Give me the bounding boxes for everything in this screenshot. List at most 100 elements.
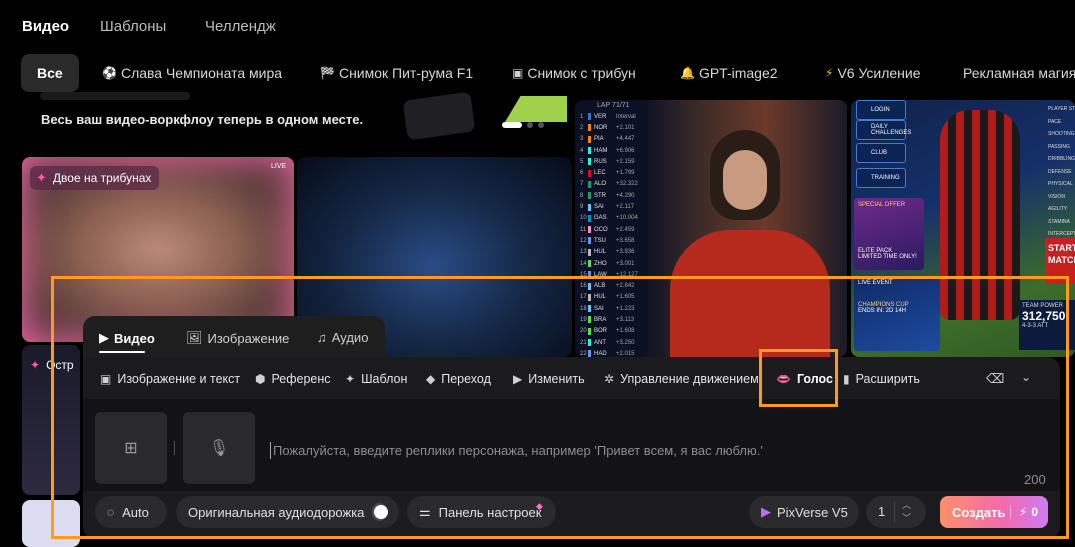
video-icon: ▶ <box>99 330 109 345</box>
position: 9 <box>580 204 584 211</box>
settings-panel-button[interactable]: ⚌ Панель настроек <box>407 496 556 528</box>
auto-button[interactable]: ◌ Auto <box>95 496 167 528</box>
chevron-down-icon[interactable]: ﹀ <box>902 511 911 524</box>
team-color <box>588 147 591 155</box>
auto-voice-icon: ◌ <box>107 505 115 519</box>
sliders-icon: ⚌ <box>419 504 431 519</box>
tool-reference[interactable]: ⬢ Референс <box>255 372 331 386</box>
original-audio-toggle[interactable]: Оригинальная аудиодорожка <box>176 496 399 528</box>
driver-code: OCO <box>594 226 608 233</box>
chevron-up-icon[interactable]: ︿ <box>902 498 911 511</box>
carousel-dot[interactable] <box>527 122 533 128</box>
chip-stands[interactable]: ▣ Снимок с трибун <box>512 54 636 92</box>
chip-world-cup[interactable]: ⚽ Слава Чемпионата мира <box>102 54 282 92</box>
text-caret <box>270 442 271 459</box>
tool-template[interactable]: ✦ Шаблон <box>345 372 407 386</box>
driver-code: HAD <box>594 350 607 357</box>
top-nav: Видео Шаблоны Челлендж <box>0 0 1075 52</box>
tab-templates[interactable]: Шаблоны <box>100 18 166 35</box>
driver-code: LAW <box>594 271 607 278</box>
leaderboard-row: 4 HAM +6.906 <box>580 145 650 156</box>
elite-pack-card: SPECIAL OFFER ELITE PACK LIMITED TIME ON… <box>854 198 924 270</box>
tile-label: ✦ Остр <box>30 358 74 372</box>
tool-edit[interactable]: ▶ Изменить <box>513 372 585 386</box>
upload-video-button[interactable]: ⊞ <box>95 412 167 484</box>
driver-code: HUL <box>594 294 607 301</box>
lightning-icon: ⚡ <box>825 66 834 80</box>
player-stats: PLAYER STATS PACE SHOOTING PASSING DRIBBLING… <box>1048 103 1075 241</box>
transition-icon: ◆ <box>426 372 436 386</box>
driver-code: ALB <box>594 283 606 290</box>
driver-code: HUL <box>594 249 607 256</box>
leaderboard-row: 19 BRA +3.113 <box>580 314 650 325</box>
chip-f1-pit[interactable]: 🏁 Снимок Пит-рума F1 <box>320 54 473 92</box>
leaderboard-row: 16 ALB +2.842 <box>580 280 650 291</box>
collapse-toggle[interactable]: ⌄ <box>1021 370 1031 384</box>
football-player <box>940 110 1020 320</box>
driver-code: HAM <box>594 147 608 154</box>
team-color <box>588 316 591 324</box>
tool-motion-control[interactable]: ✲ Управление движением <box>604 372 759 386</box>
tab-video[interactable]: Видео <box>22 18 69 35</box>
checkered-flag-icon: 🏁 <box>320 66 335 80</box>
tool-extend[interactable]: ▮ Расширить <box>843 372 920 386</box>
motion-icon: ✲ <box>604 372 615 386</box>
person-body <box>670 230 830 357</box>
team-color <box>588 113 591 121</box>
position: 15 <box>580 271 587 278</box>
mode-tab-image[interactable]: 🖼 Изображение <box>186 330 289 346</box>
sparkle-icon: ✦ <box>36 170 47 185</box>
count-stepper[interactable]: 1 ︿ ﹀ <box>866 496 926 528</box>
leaderboard-row: 17 HUL +1.605 <box>580 292 650 303</box>
gap: +10.004 <box>616 215 638 222</box>
team-color <box>588 192 591 200</box>
stat-label: DRIBBLING <box>1048 156 1075 162</box>
mode-tab-video[interactable]: ▶ Видео <box>99 330 155 346</box>
team-color <box>588 214 591 222</box>
tab-challenge[interactable]: Челлендж <box>205 18 276 35</box>
gap: +3.658 <box>616 237 635 244</box>
position: 17 <box>580 294 587 301</box>
chip-v6[interactable]: ⚡ V6 Усиление <box>825 54 921 92</box>
carousel-dots[interactable] <box>502 122 544 128</box>
gap: +2.117 <box>616 204 635 211</box>
leaderboard-row: 9 SAI +2.117 <box>580 201 650 212</box>
tool-image-text[interactable]: ▣ Изображение и текст <box>100 372 240 386</box>
team-color <box>588 282 591 290</box>
tool-transition[interactable]: ◆ Переход <box>426 372 491 386</box>
gap: +4.447 <box>616 136 635 143</box>
carousel-dot[interactable] <box>502 122 522 128</box>
chip-gpt-image[interactable]: 🔔 GPT-image2 <box>680 54 778 92</box>
driver-code: TSU <box>594 237 606 244</box>
upload-audio-button[interactable]: 🎙 <box>183 412 255 484</box>
tool-voice[interactable]: 👄 Голос <box>776 372 833 386</box>
create-button[interactable]: Создать ⚡ 0 <box>940 496 1048 528</box>
gap: +2.459 <box>616 226 635 233</box>
eraser-icon: ⌫ <box>986 371 1005 386</box>
chip-all[interactable]: Все <box>21 54 79 92</box>
gallery-tile[interactable] <box>22 500 80 547</box>
stat-label: DEFENSE <box>1048 168 1072 175</box>
creation-toolbar: ▣ Изображение и текст ⬢ Референс ✦ Шаблон ◆… <box>83 362 1060 398</box>
gap: +3.113 <box>616 316 635 323</box>
team-color <box>588 124 591 132</box>
stats-title: PLAYER STATS <box>1048 106 1075 112</box>
stepper-separator <box>894 502 895 522</box>
team-color <box>588 203 591 211</box>
chip-ad-magic[interactable]: Рекламная магия <box>963 54 1075 92</box>
gap: +3.001 <box>616 260 635 267</box>
prompt-input[interactable]: Пожалуйста, введите реплики персонажа, н… <box>273 443 763 458</box>
leaderboard-row: 18 SAI +1.223 <box>580 303 650 314</box>
mode-tab-audio[interactable]: ♫ Аудио <box>317 330 368 345</box>
carousel-dot[interactable] <box>538 122 544 128</box>
model-selector[interactable]: ▶ PixVerse V5 <box>749 496 859 528</box>
bell-icon: 🔔 <box>680 66 695 80</box>
stat-label: AGILITY <box>1048 206 1068 212</box>
team-color <box>588 226 591 234</box>
stat-label: PACE <box>1048 118 1062 125</box>
clear-button[interactable]: ⌫ <box>986 371 1004 387</box>
toggle-switch[interactable] <box>372 503 388 521</box>
banner-title-fragment <box>40 92 190 100</box>
gap: +32.322 <box>616 181 638 188</box>
position: 19 <box>580 316 587 323</box>
